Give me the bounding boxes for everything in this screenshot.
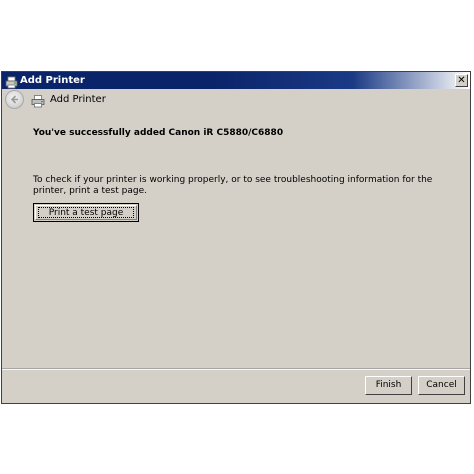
- wizard-title: Add Printer: [50, 94, 106, 105]
- close-icon[interactable]: ✕: [455, 74, 468, 87]
- print-test-page-button[interactable]: Print a test page: [33, 203, 139, 222]
- back-arrow-icon[interactable]: [5, 90, 24, 109]
- focus-rectangle: [38, 207, 134, 218]
- printer-icon: [31, 93, 45, 108]
- cancel-button[interactable]: Cancel: [418, 376, 465, 395]
- add-printer-dialog: Add Printer ✕ Add Printer You've success…: [1, 71, 471, 404]
- test-page-instructions: To check if your printer is working prop…: [33, 175, 433, 196]
- dialog-footer: Finish Cancel: [2, 370, 470, 403]
- wizard-header: Add Printer: [2, 89, 470, 111]
- finish-button[interactable]: Finish: [365, 376, 412, 395]
- printer-title-icon: [5, 74, 18, 89]
- success-heading: You've successfully added Canon iR C5880…: [33, 128, 284, 138]
- title-bar[interactable]: Add Printer ✕: [2, 72, 470, 89]
- window-title: Add Printer: [20, 75, 85, 86]
